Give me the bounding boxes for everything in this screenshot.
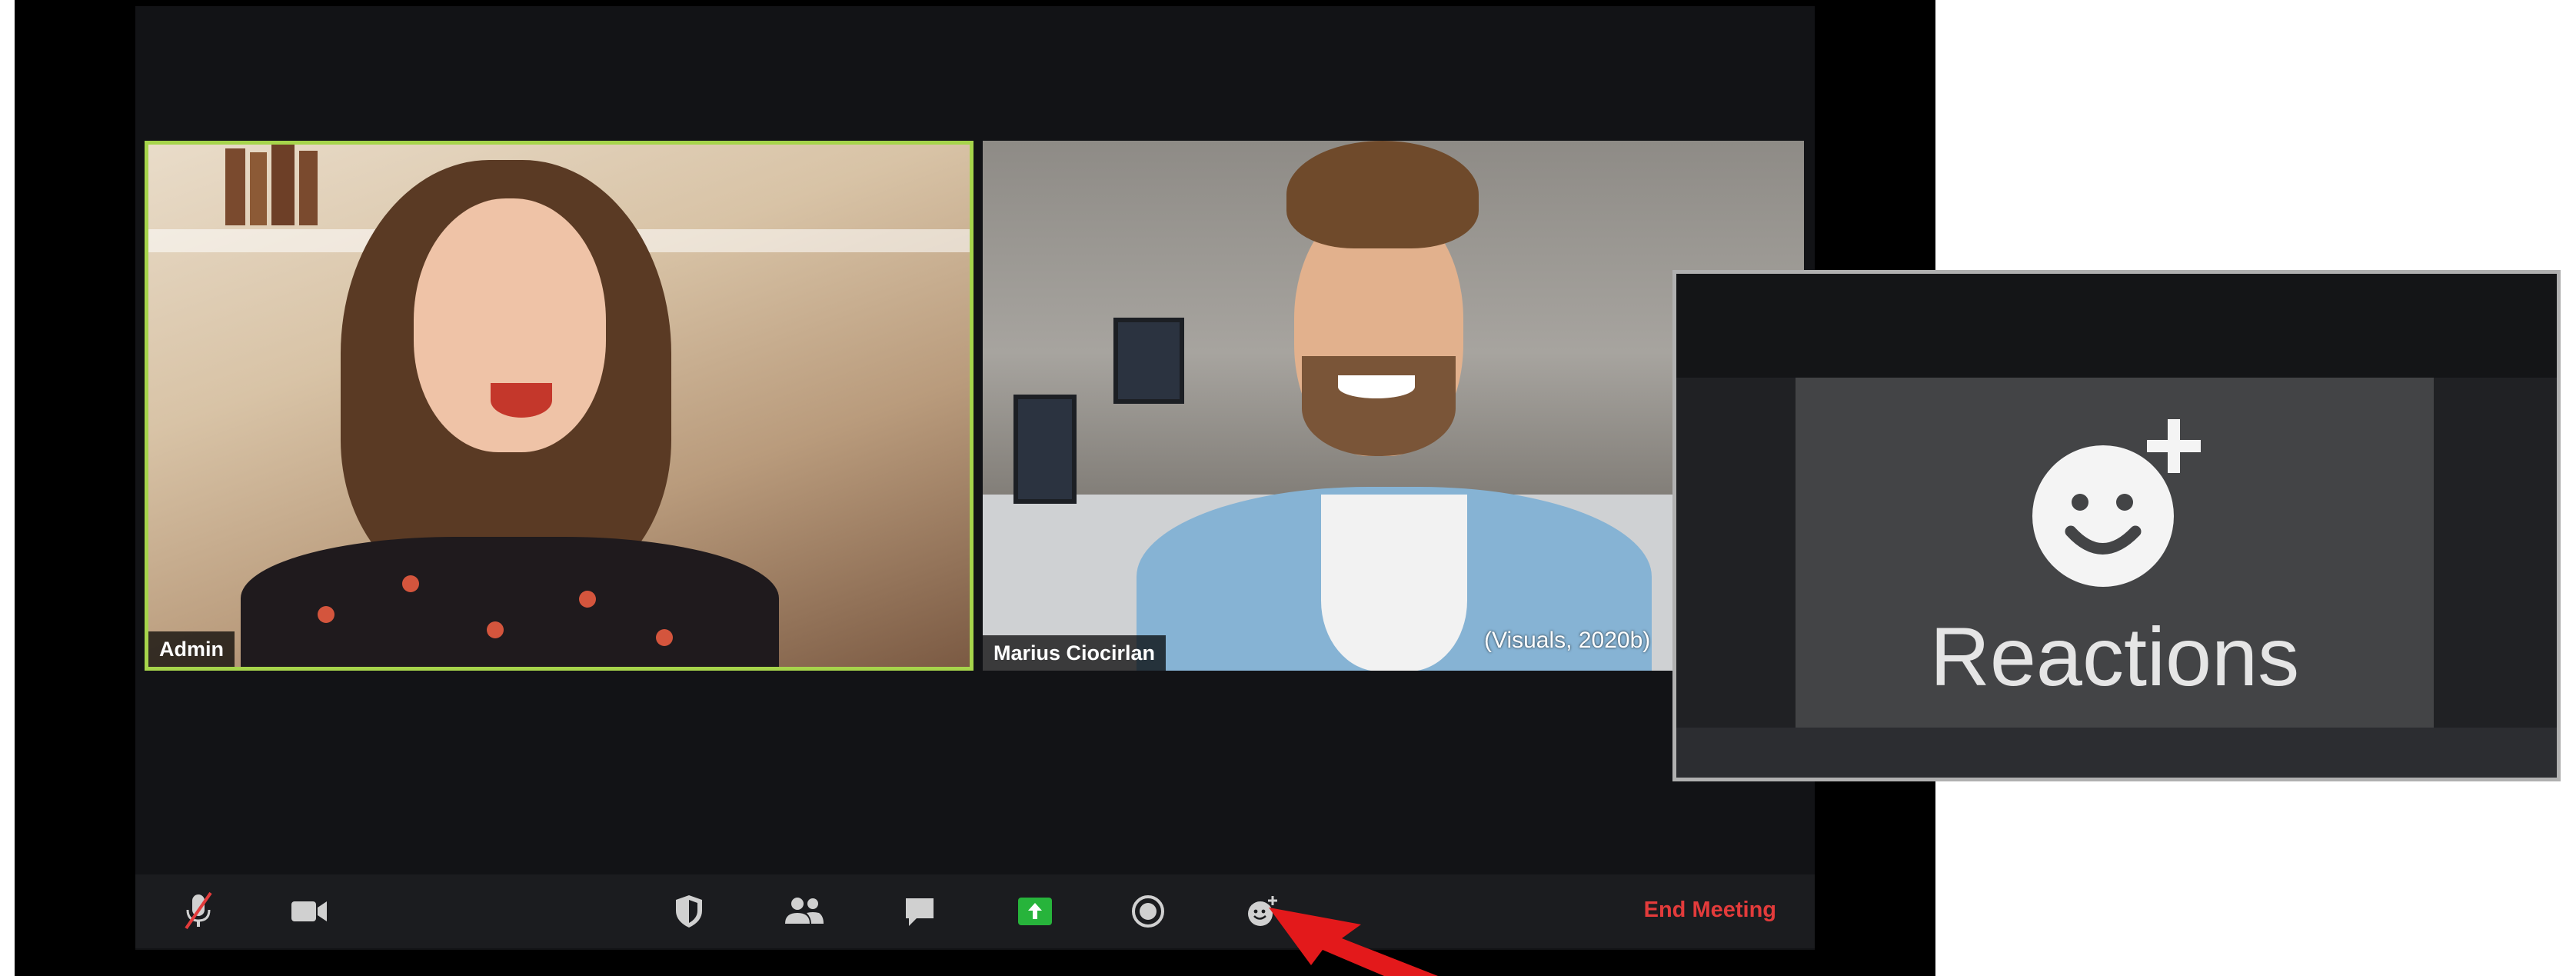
background-book — [299, 151, 318, 225]
background-monitor — [1013, 395, 1077, 504]
person-hair — [1286, 141, 1479, 248]
participant-name-marius: Marius Ciocirlan — [983, 635, 1167, 671]
share-screen-button[interactable] — [1012, 888, 1058, 934]
background-book — [225, 148, 245, 225]
record-button[interactable] — [1125, 888, 1171, 934]
chat-bubble-icon — [906, 898, 934, 926]
mute-button[interactable] — [175, 888, 221, 934]
person-tshirt — [1321, 495, 1467, 671]
video-tile-admin[interactable]: Admin — [145, 141, 973, 671]
reactions-zoom-callout: Reactions — [1672, 270, 2561, 781]
record-icon — [1132, 895, 1164, 928]
reactions-label: Reactions — [1929, 610, 2300, 703]
reactions-button-enlarged: Reactions — [1796, 378, 2434, 728]
person-beard — [1302, 356, 1456, 456]
shield-security-icon — [676, 895, 702, 928]
participants-button[interactable] — [781, 888, 827, 934]
meeting-toolbar: End Meeting — [135, 874, 1815, 948]
callout-background-band — [1676, 728, 2557, 778]
microphone-muted-icon — [185, 891, 212, 930]
participant-name-admin: Admin — [148, 631, 235, 667]
background-book — [271, 145, 295, 225]
video-camera-icon — [291, 901, 327, 921]
end-meeting-button[interactable]: End Meeting — [1644, 898, 1776, 923]
person-smile — [1338, 375, 1415, 398]
callout-background-band — [1676, 274, 2557, 378]
pointer-arrow-icon — [1269, 908, 1438, 976]
share-screen-icon — [1018, 898, 1052, 925]
person-smile — [491, 383, 552, 418]
person-shirt — [241, 537, 779, 667]
video-button[interactable] — [286, 888, 332, 934]
chat-button[interactable] — [897, 888, 943, 934]
image-credit: (Visuals, 2020b) — [1484, 628, 1651, 653]
reactions-smiley-plus-icon — [2032, 419, 2201, 587]
background-monitor — [1113, 318, 1184, 404]
security-button[interactable] — [666, 888, 712, 934]
background-book — [250, 152, 267, 225]
participants-icon — [785, 898, 824, 924]
